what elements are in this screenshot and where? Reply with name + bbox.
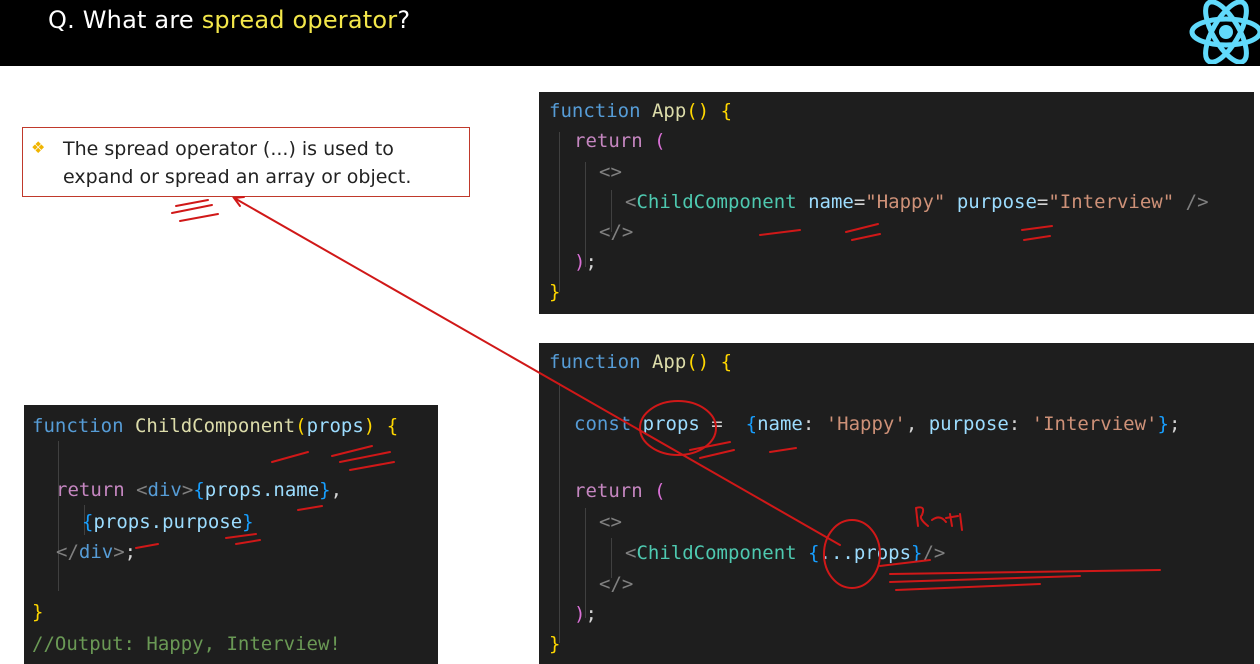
- code-block-child-component: function ChildComponent(props) { return …: [24, 405, 438, 664]
- code-comment: //Output: Happy, Interview!: [32, 633, 341, 655]
- code-line: <ChildComponent {...props}/>: [625, 542, 946, 564]
- note-line-2: expand or spread an array or object.: [63, 166, 412, 188]
- code-line: </div>;: [56, 541, 137, 563]
- code-line: const props = {name: 'Happy', purpose: '…: [574, 413, 1181, 435]
- code-line: function ChildComponent(props) {: [32, 415, 399, 437]
- arrow-head: [232, 196, 245, 207]
- react-logo-icon: [1189, 0, 1260, 64]
- code-line: }: [549, 633, 561, 655]
- code-line: return <div>{props.name},: [56, 479, 343, 501]
- code-line: );: [574, 603, 597, 625]
- note-line-1: The spread operator (...) is used to: [63, 138, 394, 160]
- code-line: function App() {: [549, 351, 733, 373]
- page-title: Q. What are spread operator?: [48, 6, 410, 34]
- code-line: function App() {: [549, 100, 733, 122]
- title-prefix: Q. What are: [48, 6, 202, 34]
- code-line: }: [32, 601, 44, 623]
- underline-scribble: [171, 199, 219, 222]
- code-line: <ChildComponent name="Happy" purpose="In…: [625, 191, 1209, 213]
- code-line: <>: [599, 161, 622, 183]
- code-block-app-spread: function App() { const props = {name: 'H…: [539, 343, 1254, 664]
- code-line: {props.purpose}: [82, 511, 254, 533]
- code-line: return (: [574, 130, 666, 152]
- code-block-app-props: function App() { return ( <> <ChildCompo…: [539, 92, 1254, 314]
- code-line: return (: [574, 480, 666, 502]
- header-bar: Q. What are spread operator?: [0, 0, 1260, 66]
- code-line: <>: [599, 511, 622, 533]
- code-line: }: [549, 281, 561, 303]
- title-suffix: ?: [397, 6, 411, 34]
- diamond-bullet-icon: ❖: [31, 138, 46, 157]
- code-line: </>: [599, 221, 634, 243]
- code-line: </>: [599, 573, 634, 595]
- definition-note: ❖ The spread operator (...) is used to e…: [22, 127, 470, 197]
- code-line: );: [574, 251, 597, 273]
- title-highlight: spread operator: [201, 6, 398, 34]
